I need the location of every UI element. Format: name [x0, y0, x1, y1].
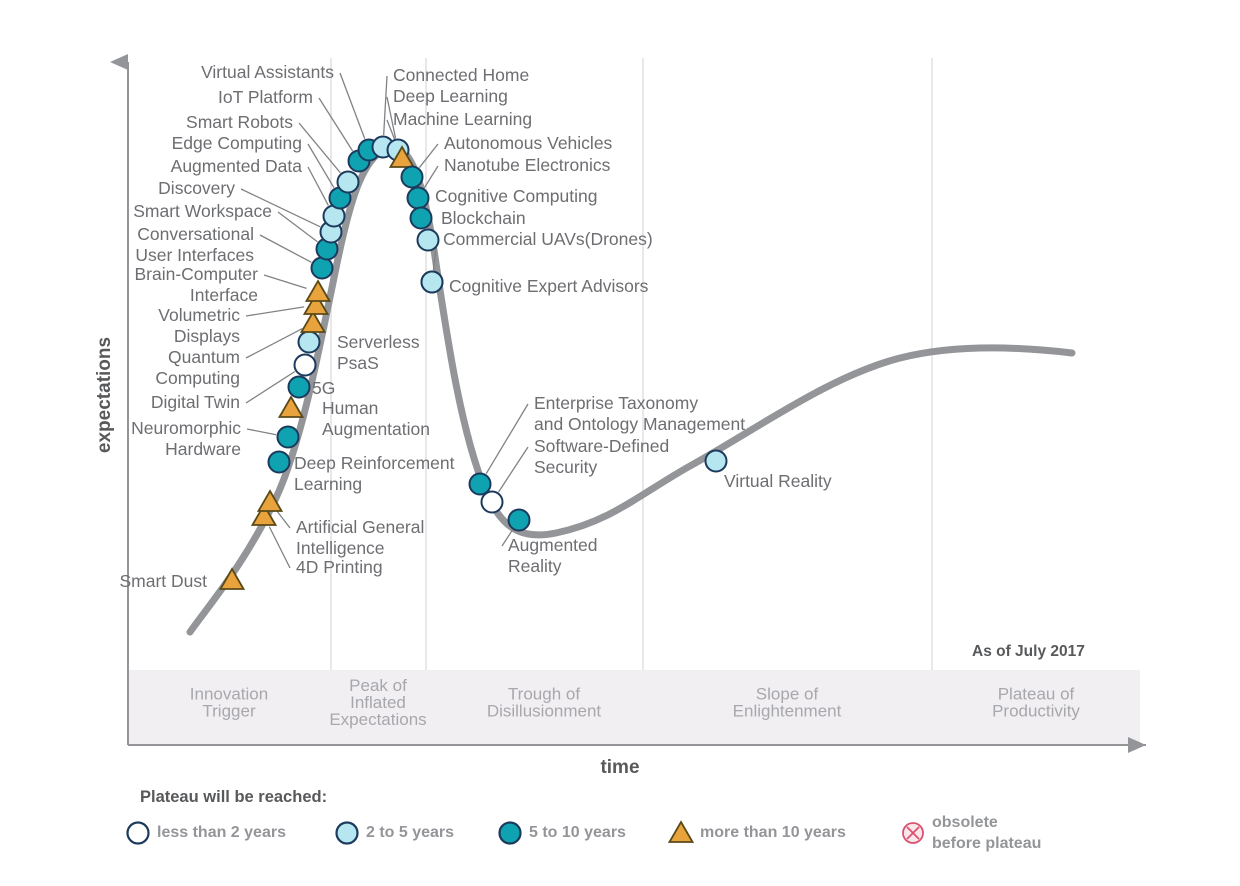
leader-line-edge-computing	[307, 143, 335, 189]
label-smart-workspace: Smart Workspace	[133, 201, 272, 221]
label-connected-home: Connected Home	[393, 65, 529, 85]
legend-symbol-circle-5to10[interactable]	[498, 821, 522, 845]
marker-augmented-reality[interactable]	[507, 508, 531, 532]
marker-quantum-computing[interactable]	[299, 310, 327, 333]
legend-symbol-circle-lt2[interactable]	[126, 821, 150, 845]
legend-label-obsolete: obsolete before plateau	[932, 814, 1041, 852]
marker-software-defined-security[interactable]	[480, 490, 504, 514]
label-smart-robots: Smart Robots	[186, 112, 293, 132]
label-brain-computer-interface: Brain-Computer Interface	[134, 264, 258, 305]
marker-smart-robots[interactable]	[336, 170, 360, 194]
leader-line-4d-printing	[268, 526, 291, 569]
label-iot-platform: IoT Platform	[218, 87, 313, 107]
gridlines	[330, 58, 933, 670]
leader-line-neuromorphic-hardware	[246, 428, 277, 436]
point-labels: Smart Dust 4D PrintingArtificial General I…	[119, 62, 831, 591]
as-of-note: As of July 2017	[972, 643, 1085, 660]
legend-label-lt2: less than 2 years	[157, 824, 286, 841]
leader-line-connected-home	[383, 75, 388, 136]
label-deep-reinforcement-learning: Deep Reinforcement Learning	[294, 453, 455, 494]
legend-symbol-obsolete[interactable]	[902, 822, 924, 844]
marker-conversational-user-interfaces[interactable]	[310, 256, 334, 280]
marker-smart-dust[interactable]	[218, 567, 246, 590]
label-machine-learning: Machine Learning	[393, 109, 532, 129]
leader-line-enterprise-taxonomy-and-ontology-management	[485, 403, 529, 475]
label-serverless-psas: Serverless PsaS	[337, 332, 420, 373]
leader-line-conversational-user-interfaces	[259, 234, 312, 263]
marker-5g[interactable]	[287, 375, 311, 399]
label-blockchain: Blockchain	[441, 208, 526, 228]
leader-line-artificial-general-intelligence	[276, 511, 291, 529]
legend-label-2to5: 2 to 5 years	[366, 824, 454, 841]
label-commercial-uavs-drones: Commercial UAVs(Drones)	[443, 229, 653, 249]
marker-cognitive-expert-advisors[interactable]	[420, 270, 444, 294]
marker-deep-reinforcement-learning[interactable]	[267, 450, 291, 474]
phase-label-plateau-of-productivity: Plateau of Productivity	[992, 685, 1080, 721]
label-smart-dust: Smart Dust	[119, 571, 207, 591]
label-cognitive-expert-advisors: Cognitive Expert Advisors	[449, 276, 649, 296]
label-virtual-reality: Virtual Reality	[724, 471, 832, 491]
label-autonomous-vehicles: Autonomous Vehicles	[444, 133, 613, 153]
leader-line-quantum-computing	[245, 327, 303, 359]
marker-enterprise-taxonomy-and-ontology-management[interactable]	[468, 472, 492, 496]
label-cognitive-computing: Cognitive Computing	[435, 186, 597, 206]
marker-nanotube-electronics[interactable]	[406, 186, 430, 210]
legend-label-5to10: 5 to 10 years	[529, 824, 626, 841]
marker-cognitive-computing[interactable]	[409, 206, 433, 230]
label-4d-printing: 4D Printing	[296, 557, 383, 577]
label-human-augmentation: Human Augmentation	[322, 398, 430, 439]
legend: Plateau will be reached: less than 2 year…	[126, 788, 1041, 852]
marker-autonomous-vehicles[interactable]	[400, 165, 424, 189]
label-volumetric-displays: Volumetric Displays	[158, 305, 240, 346]
label-nanotube-electronics: Nanotube Electronics	[444, 155, 611, 175]
leader-line-virtual-assistants	[339, 72, 366, 139]
label-conversational-user-interfaces: Conversational User Interfaces	[135, 224, 254, 265]
legend-label-gt10: more than 10 years	[700, 824, 846, 841]
leader-line-brain-computer-interface	[263, 274, 307, 290]
leader-line-smart-robots	[298, 122, 341, 174]
hype-cycle-svg: expectations time As of July 2017 Smart …	[94, 54, 1146, 852]
label-deep-learning: Deep Learning	[393, 86, 508, 106]
leader-line-volumetric-displays	[245, 306, 305, 317]
marker-brain-computer-interface[interactable]	[304, 279, 332, 302]
legend-title: Plateau will be reached:	[140, 788, 327, 806]
leader-line-iot-platform	[318, 97, 354, 152]
marker-serverless-psas[interactable]	[297, 330, 321, 354]
label-software-defined-security: Software-Defined Security	[534, 436, 669, 477]
label-digital-twin: Digital Twin	[151, 392, 240, 412]
marker-human-augmentation[interactable]	[277, 395, 305, 418]
marker-digital-twin[interactable]	[293, 353, 317, 377]
marker-neuromorphic-hardware[interactable]	[276, 425, 300, 449]
label-virtual-assistants: Virtual Assistants	[201, 62, 334, 82]
marker-blockchain[interactable]	[416, 228, 440, 252]
label-augmented-data: Augmented Data	[171, 156, 303, 176]
hype-cycle-chart: expectations time As of July 2017 Smart …	[0, 0, 1240, 886]
label-quantum-computing: Quantum Computing	[155, 347, 240, 388]
y-axis-title: expectations	[94, 337, 115, 453]
label-artificial-general-intelligence: Artificial General Intelligence	[296, 517, 424, 558]
marker-virtual-reality[interactable]	[704, 449, 728, 473]
leader-line-software-defined-security	[498, 446, 529, 493]
leader-line-autonomous-vehicles	[418, 143, 439, 168]
label-5g: 5G	[312, 378, 335, 398]
legend-symbol-circle-2to5[interactable]	[335, 821, 359, 845]
label-neuromorphic-hardware: Neuromorphic Hardware	[131, 418, 241, 459]
legend-symbol-triangle-gt10[interactable]	[667, 820, 695, 843]
phase-band	[128, 670, 1140, 745]
label-augmented-reality: Augmented Reality	[508, 535, 598, 576]
label-edge-computing: Edge Computing	[172, 133, 302, 153]
label-discovery: Discovery	[158, 178, 235, 198]
label-enterprise-taxonomy-and-ontology-management: Enterprise Taxonomy and Ontology Manageme…	[534, 393, 745, 434]
x-axis-title: time	[600, 757, 639, 778]
